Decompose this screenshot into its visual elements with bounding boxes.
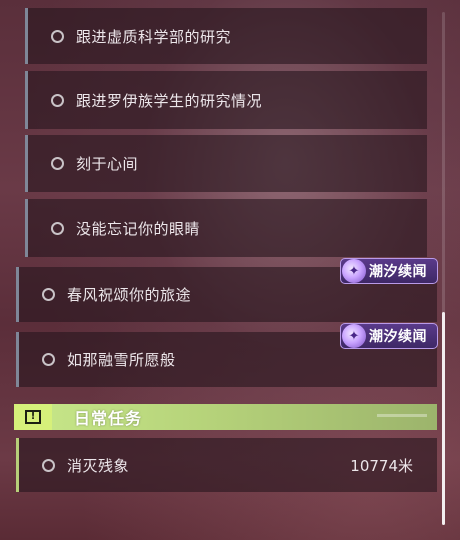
daily-quest-item[interactable]: 消灭残象 10774米 — [16, 438, 437, 492]
daily-tasks-header: ! 日常任务 — [14, 404, 437, 430]
badge-label: 潮汐续闻 — [369, 264, 427, 280]
quest-label: 没能忘记你的眼睛 — [76, 219, 201, 238]
tidal-story-icon: ✦ — [342, 324, 366, 348]
tidal-story-icon: ✦ — [342, 259, 366, 283]
tidal-story-badge: ✦ 潮汐续闻 — [340, 258, 438, 284]
quest-status-circle-icon — [51, 157, 64, 170]
scrollbar-thumb[interactable] — [442, 312, 445, 525]
quest-label: 如那融雪所愿般 — [67, 351, 176, 369]
alert-icon: ! — [14, 404, 52, 430]
quest-item[interactable]: 刻于心间 — [25, 135, 427, 192]
section-title: 日常任务 — [74, 409, 143, 428]
quest-status-circle-icon — [51, 93, 64, 107]
quest-label: 春风祝颂你的旅途 — [67, 286, 192, 304]
quest-item[interactable]: 跟进虚质科学部的研究 — [25, 8, 427, 64]
header-decoration — [377, 414, 427, 417]
quest-status-circle-icon — [42, 288, 55, 301]
quest-label: 跟进虚质科学部的研究 — [76, 27, 232, 46]
quest-item[interactable]: 跟进罗伊族学生的研究情况 — [25, 71, 427, 129]
quest-label: 消灭残象 — [67, 456, 130, 475]
quest-label: 刻于心间 — [76, 155, 139, 173]
quest-status-circle-icon — [51, 221, 64, 235]
quest-item[interactable]: 没能忘记你的眼睛 — [25, 199, 427, 257]
quest-distance: 10774米 — [350, 456, 413, 475]
quest-status-circle-icon — [42, 458, 55, 472]
quest-status-circle-icon — [51, 29, 64, 43]
badge-label: 潮汐续闻 — [369, 329, 427, 345]
quest-status-circle-icon — [42, 353, 55, 366]
tidal-story-badge: ✦ 潮汐续闻 — [340, 323, 438, 349]
quest-label: 跟进罗伊族学生的研究情况 — [76, 91, 263, 110]
